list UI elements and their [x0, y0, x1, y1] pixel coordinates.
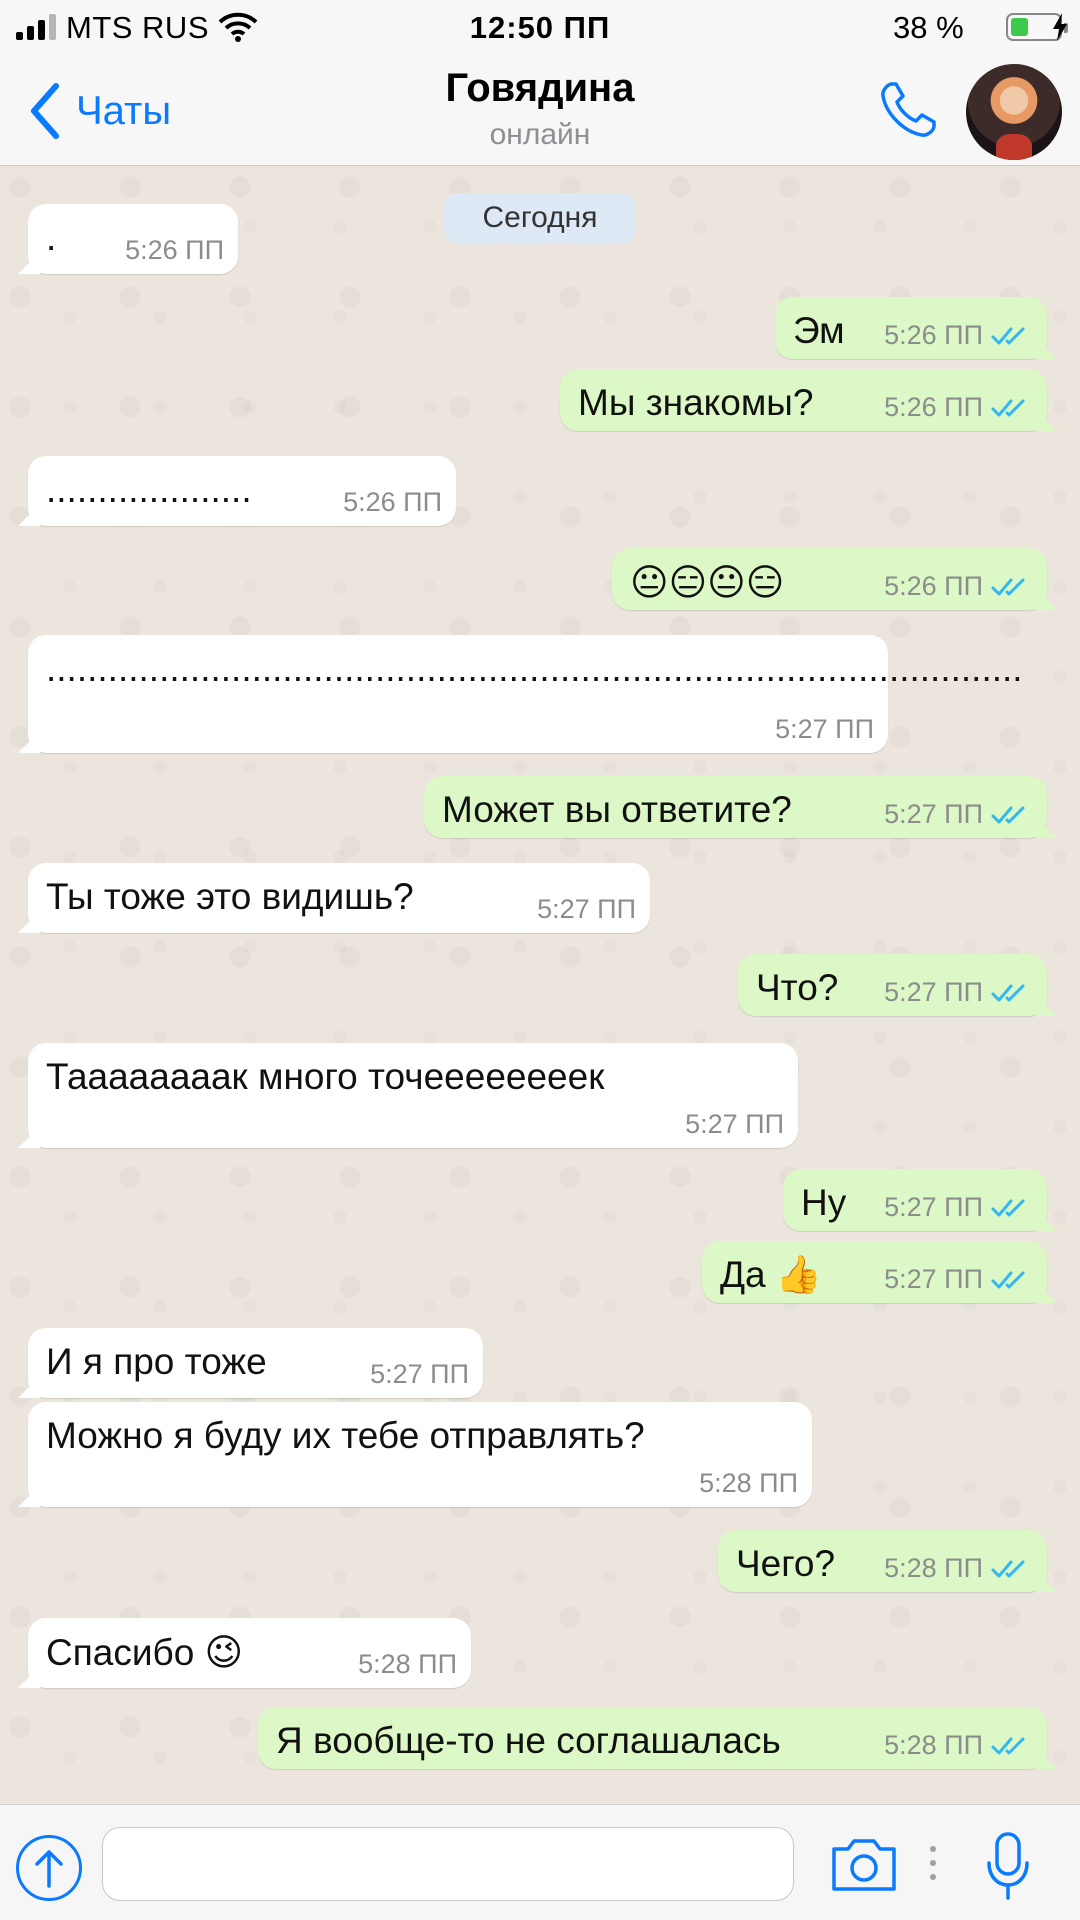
- message-time: 5:27 ПП: [884, 1192, 983, 1222]
- battery-percent: 38 %: [893, 10, 964, 45]
- read-receipt-icon: [991, 399, 1025, 417]
- message-time: 5:27 ПП: [685, 1109, 784, 1139]
- message-input[interactable]: [102, 1827, 794, 1901]
- incoming-message[interactable]: Можно я буду их тебе отправлять? 5:28 ПП: [18, 1402, 812, 1507]
- message-text: Ты тоже это видишь?: [46, 876, 414, 917]
- message-text: Может вы ответите?: [442, 789, 792, 830]
- camera-icon[interactable]: [830, 1835, 898, 1893]
- incoming-message[interactable]: Спасибо 😉 5:28 ПП: [18, 1618, 471, 1688]
- outgoing-message[interactable]: Чего? 5:28 ПП: [718, 1530, 1057, 1592]
- read-receipt-icon: [991, 578, 1025, 596]
- message-text: И я про тоже: [46, 1341, 267, 1382]
- attach-button[interactable]: [16, 1835, 82, 1901]
- message-text: 😐😑😐😑: [630, 562, 785, 603]
- outgoing-message[interactable]: Ну 5:27 ПП: [783, 1169, 1057, 1231]
- input-bar: [0, 1804, 1080, 1920]
- message-text: Что?: [756, 967, 839, 1008]
- read-receipt-icon: [991, 1271, 1025, 1289]
- read-receipt-icon: [991, 327, 1025, 345]
- charging-bolt-icon: [1053, 13, 1067, 41]
- message-time: 5:28 ПП: [884, 1730, 983, 1760]
- message-text: Ну: [801, 1182, 847, 1223]
- message-text: Таааааааак много точеееееееек: [46, 1056, 605, 1097]
- message-time: 5:27 ПП: [775, 714, 874, 744]
- date-separator: Сегодня: [444, 193, 636, 243]
- status-bar: MTS RUS 12:50 ПП 38 %: [0, 0, 1080, 56]
- outgoing-message[interactable]: Мы знакомы? 5:26 ПП: [560, 369, 1057, 431]
- message-time: 5:26 ПП: [884, 320, 983, 350]
- incoming-message[interactable]: Таааааааак много точеееееееек 5:27 ПП: [18, 1043, 798, 1148]
- upload-arrow-icon: [35, 1850, 63, 1888]
- message-text: Эм: [793, 310, 845, 351]
- message-time: 5:27 ПП: [370, 1359, 469, 1389]
- message-time: 5:26 ПП: [343, 487, 442, 517]
- outgoing-message[interactable]: Может вы ответите? 5:27 ПП: [424, 776, 1057, 838]
- outgoing-message[interactable]: 😐😑😐😑 5:26 ПП: [612, 548, 1057, 610]
- read-receipt-icon: [991, 1199, 1025, 1217]
- message-time: 5:26 ПП: [884, 392, 983, 422]
- message-text: Чего?: [736, 1543, 836, 1584]
- message-time: 5:27 ПП: [537, 894, 636, 924]
- message-text: ........................................…: [46, 648, 1023, 689]
- message-text: .: [46, 217, 57, 258]
- message-time: 5:27 ПП: [884, 799, 983, 829]
- avatar[interactable]: [966, 64, 1062, 160]
- chat-header: Чаты Говядина онлайн: [0, 56, 1080, 166]
- message-time: 5:26 ПП: [884, 571, 983, 601]
- outgoing-message[interactable]: Да 👍 5:27 ПП: [702, 1241, 1057, 1303]
- incoming-message[interactable]: И я про тоже 5:27 ПП: [18, 1328, 483, 1398]
- message-time: 5:27 ПП: [884, 1264, 983, 1294]
- message-text: Я вообще-то не соглашалась: [276, 1720, 781, 1761]
- incoming-message[interactable]: . 5:26 ПП: [18, 204, 238, 274]
- message-time: 5:28 ПП: [358, 1649, 457, 1679]
- outgoing-message[interactable]: Я вообще-то не соглашалась 5:28 ПП: [258, 1707, 1057, 1769]
- message-time: 5:26 ПП: [125, 235, 224, 265]
- message-list[interactable]: Сегодня . 5:26 ПП Эм 5:26 ПП Мы знакомы? 5:26…: [0, 167, 1080, 1804]
- read-receipt-icon: [991, 984, 1025, 1002]
- message-text: Спасибо 😉: [46, 1632, 244, 1673]
- more-dots-icon[interactable]: [928, 1843, 938, 1883]
- incoming-message[interactable]: .................... 5:26 ПП: [18, 456, 456, 526]
- message-text: Мы знакомы?: [578, 382, 814, 423]
- read-receipt-icon: [991, 1737, 1025, 1755]
- read-receipt-icon: [991, 806, 1025, 824]
- message-text: ....................: [46, 469, 252, 510]
- message-time: 5:28 ПП: [884, 1553, 983, 1583]
- message-time: 5:28 ПП: [699, 1468, 798, 1498]
- microphone-icon[interactable]: [986, 1831, 1030, 1901]
- incoming-message[interactable]: ........................................…: [18, 635, 1023, 753]
- battery-level-fill: [1011, 18, 1029, 36]
- incoming-message[interactable]: Ты тоже это видишь? 5:27 ПП: [18, 863, 650, 933]
- outgoing-message[interactable]: Эм 5:26 ПП: [775, 297, 1057, 359]
- phone-icon[interactable]: [876, 78, 940, 142]
- message-text: Можно я буду их тебе отправлять?: [46, 1415, 645, 1456]
- message-text: Да 👍: [720, 1254, 822, 1295]
- outgoing-message[interactable]: Что? 5:27 ПП: [738, 954, 1057, 1016]
- read-receipt-icon: [991, 1560, 1025, 1578]
- message-time: 5:27 ПП: [884, 977, 983, 1007]
